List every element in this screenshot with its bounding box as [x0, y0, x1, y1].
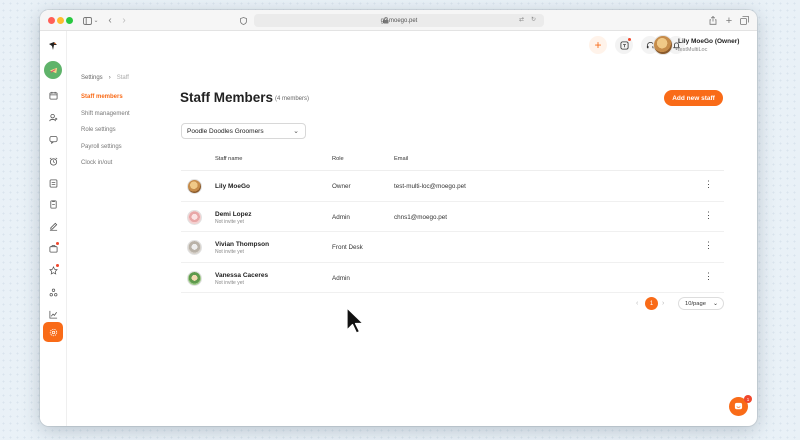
avatar [187, 179, 202, 194]
staff-name: Demi Lopez [215, 210, 252, 218]
pagination-prev[interactable]: ‹ [636, 300, 638, 307]
staff-email: chns1@moego.pet [394, 213, 447, 221]
staff-role: Admin [332, 274, 350, 282]
maximize-window-button[interactable] [66, 17, 73, 24]
invite-status: Not invite yet [215, 218, 244, 225]
settings-nav: Staff members Shift management Role sett… [81, 94, 130, 177]
shield-icon[interactable] [239, 14, 248, 27]
settings-nav-staff-members[interactable]: Staff members [81, 94, 130, 111]
settings-nav-button[interactable] [43, 322, 63, 342]
messages-icon[interactable] [46, 132, 60, 146]
breadcrumb-current: Staff [116, 75, 129, 81]
user-name[interactable]: Lily MoeGo (Owner) [678, 38, 739, 45]
settings-nav-payroll-settings[interactable]: Payroll settings [81, 144, 130, 161]
clients-icon[interactable] [46, 110, 60, 124]
page-size-value: 10/page [685, 300, 706, 307]
user-avatar[interactable] [653, 35, 673, 55]
create-button[interactable]: + [589, 36, 607, 54]
sidebar-toggle-icon[interactable] [82, 14, 92, 27]
scan-button[interactable] [615, 36, 633, 54]
chat-icon [734, 402, 743, 410]
browser-window: ⌄ ‹ › go.moego.pet ⇄ ↻ + + Lily MoeGo (O… [40, 10, 757, 426]
avatar [187, 209, 202, 225]
avatar [187, 240, 202, 255]
add-new-staff-button[interactable]: Add new staff [664, 90, 723, 106]
settings-nav-shift-management[interactable]: Shift management [81, 111, 130, 128]
table-row[interactable]: Vanessa Caceres Not invite yet Admin ⋮ [181, 263, 724, 293]
invoices-icon[interactable] [46, 197, 60, 211]
breadcrumb-settings[interactable]: Settings [81, 75, 103, 81]
breadcrumb-separator: › [108, 75, 111, 81]
location-select-value: Poodle Doodles Groomers [187, 127, 264, 135]
page-title: Staff Members [180, 90, 274, 105]
app-sidebar [40, 31, 67, 426]
lock-icon [383, 17, 389, 24]
member-count: (4 members) [275, 96, 310, 102]
chat-badge: 1 [744, 395, 752, 403]
reports-icon[interactable] [46, 307, 60, 321]
reminders-icon[interactable] [46, 154, 60, 168]
more-options-icon[interactable]: ⋮ [704, 271, 713, 281]
rewards-icon[interactable] [46, 263, 60, 277]
more-options-icon[interactable]: ⋮ [704, 180, 713, 189]
table-row[interactable]: Lily MoeGo Owner test-multi-loc@moego.pe… [181, 171, 724, 202]
integrations-icon[interactable] [46, 285, 60, 299]
page-size-select[interactable]: 10/page ⌄ [678, 297, 724, 310]
settings-nav-clock-in-out[interactable]: Clock in/out [81, 160, 130, 177]
staff-role: Admin [332, 213, 350, 221]
minimize-window-button[interactable] [57, 17, 64, 24]
column-header-role: Role [332, 156, 344, 162]
marketing-icon[interactable] [46, 241, 60, 255]
moego-logo-icon[interactable] [46, 39, 60, 53]
tickets-icon[interactable] [46, 176, 60, 190]
invite-status: Not invite yet [215, 279, 244, 286]
browser-toolbar: ⌄ ‹ › go.moego.pet ⇄ ↻ + [40, 10, 757, 31]
tab-overview-icon[interactable] [739, 14, 749, 27]
mouse-cursor-icon [346, 307, 364, 334]
chevron-down-icon: ⌄ [293, 128, 299, 135]
pagination-page[interactable]: 1 [645, 297, 658, 310]
translate-icon[interactable]: ⇄ [519, 16, 524, 23]
table-row[interactable]: Demi Lopez Not invite yet Admin chns1@mo… [181, 202, 724, 232]
staff-name: Vivian Thompson [215, 241, 270, 248]
back-icon[interactable]: ‹ [106, 14, 114, 27]
table-row[interactable]: Vivian Thompson Not invite yet Front Des… [181, 232, 724, 263]
table-header: Staff name Role Email [181, 149, 724, 171]
staff-role: Owner [332, 183, 351, 190]
gear-icon [49, 328, 57, 336]
invite-status: Not invite yet [215, 249, 244, 255]
column-header-name: Staff name [215, 156, 243, 162]
staff-email: test-multi-loc@moego.pet [394, 183, 466, 190]
location-select[interactable]: Poodle Doodles Groomers ⌄ [181, 123, 306, 139]
new-tab-icon[interactable]: + [724, 14, 734, 27]
calendar-icon[interactable] [46, 88, 60, 102]
forward-icon[interactable]: › [120, 14, 128, 27]
reload-icon[interactable]: ↻ [531, 16, 536, 23]
notification-dot [56, 242, 59, 245]
staff-role: Front Desk [332, 244, 363, 251]
staff-table: Staff name Role Email Lily MoeGo Owner t… [181, 149, 724, 293]
more-options-icon[interactable]: ⋮ [704, 210, 713, 220]
app-header: + Lily MoeGo (Owner) testMultiLoc ⌄ [67, 31, 757, 61]
address-bar[interactable]: go.moego.pet ⇄ ↻ [254, 14, 544, 27]
breadcrumb: Settings › Staff [81, 75, 129, 81]
staff-name: Lily MoeGo [215, 183, 251, 190]
more-options-icon[interactable]: ⋮ [704, 241, 713, 250]
business-logo-icon[interactable] [44, 61, 62, 79]
share-icon[interactable] [708, 14, 718, 27]
staff-name: Vanessa Caceres [215, 271, 269, 279]
column-header-email: Email [394, 156, 409, 162]
forms-icon[interactable] [46, 219, 60, 233]
notification-dot [56, 264, 59, 267]
close-window-button[interactable] [48, 17, 55, 24]
avatar [187, 270, 202, 286]
settings-nav-role-settings[interactable]: Role settings [81, 127, 130, 144]
chevron-down-icon[interactable]: ⌄ [93, 14, 99, 27]
user-account: testMultiLoc [678, 47, 708, 53]
pagination-next[interactable]: › [662, 300, 664, 307]
scan-icon [619, 40, 629, 50]
notification-dot [628, 38, 631, 41]
plus-icon: + [594, 38, 602, 52]
chevron-down-icon: ⌄ [712, 301, 718, 307]
